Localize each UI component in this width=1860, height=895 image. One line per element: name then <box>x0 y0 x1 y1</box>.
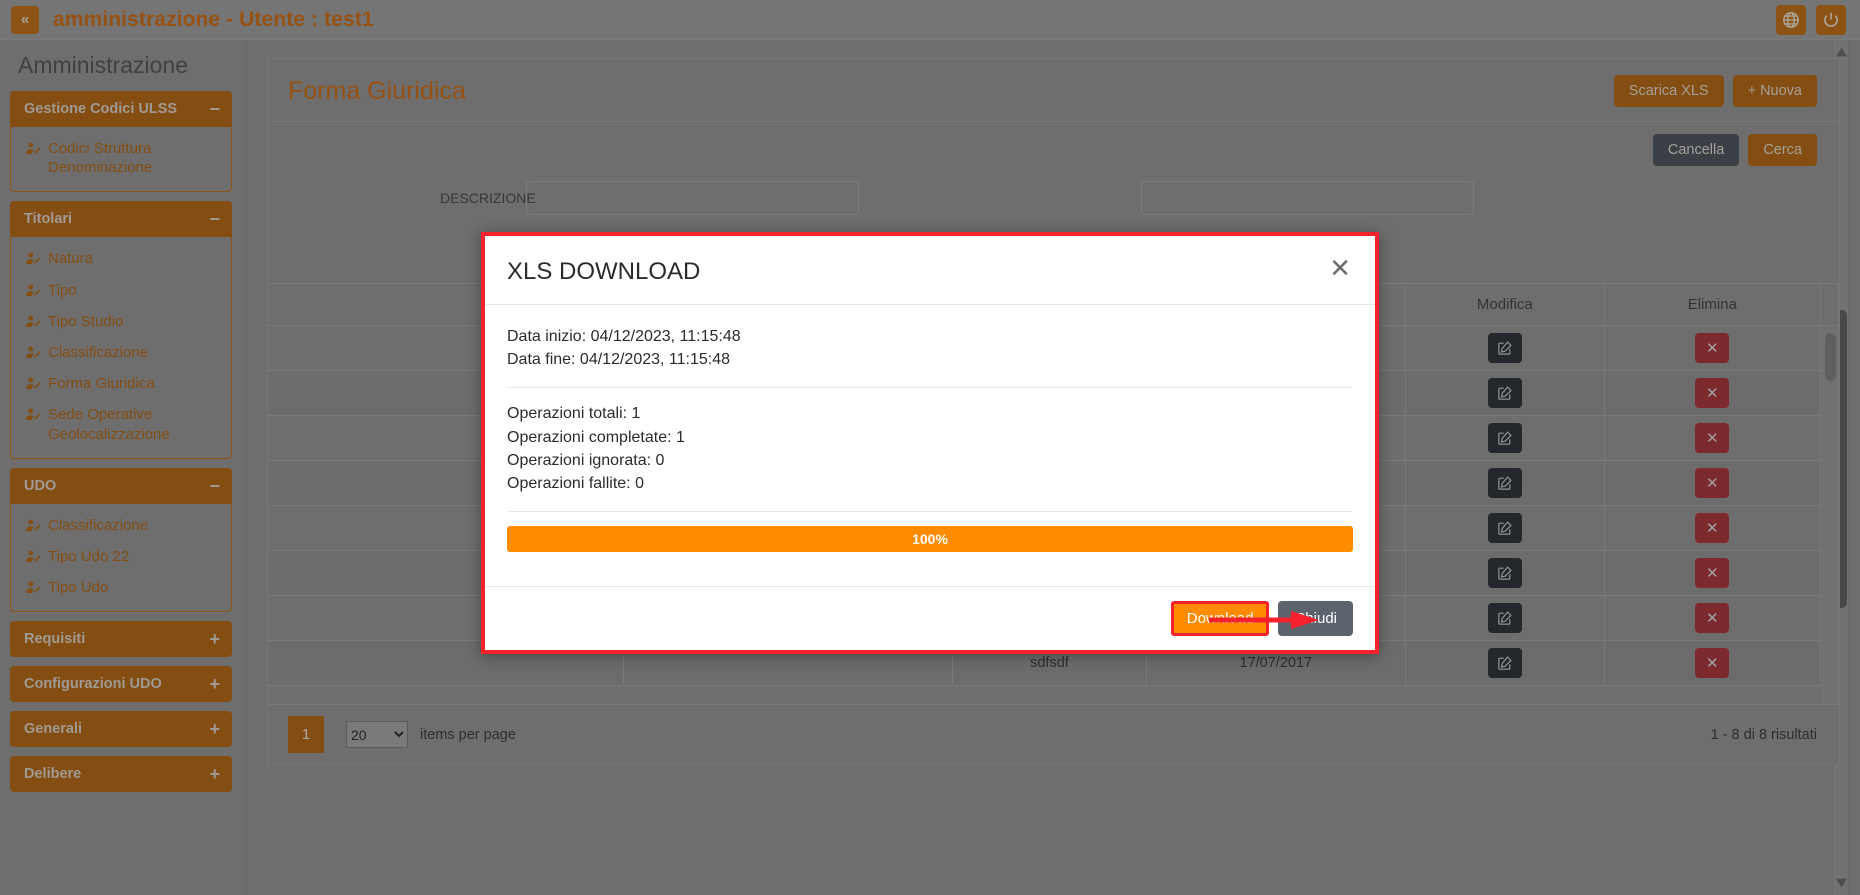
xls-download-modal: XLS DOWNLOAD ✕ Data inizio: 04/12/2023, … <box>481 232 1379 654</box>
modal-header: XLS DOWNLOAD ✕ <box>485 236 1375 305</box>
modal-separator-2 <box>507 511 1353 512</box>
operazioni-fallite-line: Operazioni fallite: 0 <box>507 472 1353 495</box>
modal-footer: Download Chiudi <box>485 586 1375 650</box>
operazioni-completate-line: Operazioni completate: 1 <box>507 426 1353 449</box>
operazioni-ignorata-line: Operazioni ignorata: 0 <box>507 449 1353 472</box>
data-fine-line: Data fine: 04/12/2023, 11:15:48 <box>507 348 1353 371</box>
close-x-icon: ✕ <box>1329 253 1351 283</box>
modal-close-button[interactable]: ✕ <box>1329 258 1351 279</box>
data-inizio-line: Data inizio: 04/12/2023, 11:15:48 <box>507 325 1353 348</box>
application-root: « amministrazione - Utente : test1 Ammin… <box>0 0 1860 895</box>
download-button[interactable]: Download <box>1171 601 1270 636</box>
modal-title: XLS DOWNLOAD <box>507 258 700 286</box>
chiudi-button[interactable]: Chiudi <box>1278 601 1353 636</box>
modal-body: Data inizio: 04/12/2023, 11:15:48 Data f… <box>485 305 1375 586</box>
operazioni-totali-line: Operazioni totali: 1 <box>507 402 1353 425</box>
download-progress-bar: 100% <box>507 526 1353 552</box>
modal-separator-1 <box>507 387 1353 388</box>
